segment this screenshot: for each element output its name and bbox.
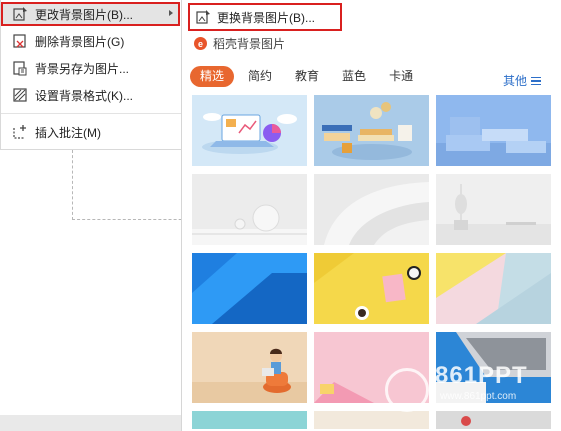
thumbnail-white-room[interactable]	[436, 174, 551, 245]
tab-education[interactable]: 教育	[286, 66, 328, 87]
insert-comment-icon	[12, 124, 28, 140]
docer-background-header: e 稻壳背景图片	[194, 35, 285, 52]
replace-background-button[interactable]: 更换背景图片(B)...	[188, 3, 342, 31]
more-label: 其他	[502, 74, 527, 88]
thumbnail-yellow-desk[interactable]	[314, 253, 429, 324]
background-format-icon	[12, 87, 28, 103]
thumbnail-white-sphere[interactable]	[192, 174, 307, 245]
docer-background-label: 稻壳背景图片	[213, 37, 286, 51]
menu-item-background-format[interactable]: 设置背景格式(K)...	[3, 83, 180, 107]
menu-item-label: 删除背景图片(G)	[35, 34, 125, 49]
thumbnail-teal-partial[interactable]	[192, 411, 307, 429]
menu-lines-icon	[531, 76, 541, 85]
watermark-url: www.861ppt.com	[440, 391, 517, 402]
docer-logo-icon: e	[194, 37, 207, 50]
menu-item-insert-comment[interactable]: 插入批注(M)	[3, 120, 180, 144]
thumbnail-pastel-blocks[interactable]	[436, 253, 551, 324]
thumbnail-laptop-chart[interactable]	[192, 95, 307, 166]
thumbnail-blue-podium[interactable]	[436, 95, 551, 166]
menu-item-label: 插入批注(M)	[35, 125, 101, 140]
menu-item-delete-background[interactable]: 删除背景图片(G)	[3, 29, 180, 53]
delete-background-icon	[12, 33, 28, 49]
menu-item-label: 更改背景图片(B)...	[35, 7, 133, 22]
submenu-arrow-icon	[169, 10, 173, 16]
tab-featured[interactable]: 精选	[190, 65, 235, 87]
more-categories-link[interactable]: 其他	[503, 72, 541, 89]
watermark-main-text: 861PPT	[435, 362, 528, 389]
menu-item-save-background[interactable]: 背景另存为图片...	[3, 56, 180, 80]
site-watermark: 861PPT www.861ppt.com	[385, 362, 550, 422]
tab-cartoon[interactable]: 卡通	[380, 66, 422, 87]
thumbnail-blue-geometric[interactable]	[192, 253, 307, 324]
category-tabs: 精选 简约 教育 蓝色 卡通	[190, 65, 555, 87]
menu-item-change-background[interactable]: 更改背景图片(B)...	[1, 2, 180, 26]
replace-background-icon	[195, 9, 211, 25]
thumbnail-education[interactable]	[314, 95, 429, 166]
menu-separator	[1, 113, 182, 114]
save-background-icon	[12, 60, 28, 76]
menu-item-label: 设置背景格式(K)...	[35, 88, 133, 103]
replace-background-label: 更换背景图片(B)...	[217, 10, 315, 25]
thumbnail-white-curves[interactable]	[314, 174, 429, 245]
tab-blue[interactable]: 蓝色	[333, 66, 375, 87]
menu-item-label: 背景另存为图片...	[35, 61, 130, 76]
thumbnail-cartoon-girl[interactable]	[192, 332, 307, 403]
tab-simple[interactable]: 简约	[239, 66, 281, 87]
change-background-icon	[12, 6, 28, 22]
context-menu: 更改背景图片(B)... 删除背景图片(G) 背景另存为图片... 设置背景格式…	[0, 0, 183, 150]
watermark-logo-icon	[385, 368, 429, 412]
